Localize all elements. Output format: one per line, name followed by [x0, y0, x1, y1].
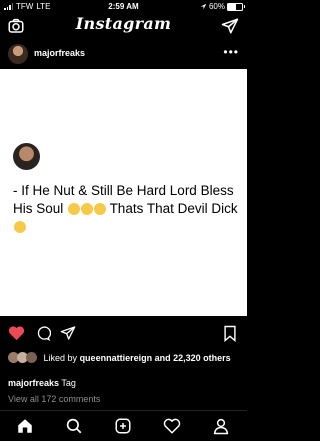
post-header: majorfreaks ••• — [0, 42, 247, 66]
liked-by-prefix: Liked by — [43, 353, 78, 363]
bottom-tab-bar — [0, 410, 247, 441]
app-title: Instagram — [75, 14, 172, 33]
status-right: 60% — [200, 2, 245, 11]
app-header: Instagram — [0, 14, 247, 40]
battery-icon — [227, 2, 245, 11]
share-icon[interactable] — [60, 325, 76, 341]
liker-avatar — [26, 352, 37, 363]
sweat-face-emoji — [14, 221, 26, 233]
liked-by-user[interactable]: queennattiereign — [80, 353, 153, 363]
post-text-tail: Thats That Devil Dick — [109, 201, 238, 216]
post-image[interactable]: - If He Nut & Still Be Hard Lord Bless H… — [0, 69, 247, 316]
weary-face-emoji — [68, 203, 81, 215]
weary-face-emoji — [81, 203, 94, 215]
avatar[interactable] — [8, 44, 28, 64]
caption-text: Tag — [61, 378, 76, 388]
location-icon — [200, 3, 207, 10]
liked-by-rest[interactable]: and 22,320 others — [155, 353, 231, 363]
view-comments-link[interactable]: View all 172 comments — [8, 394, 100, 404]
comment-icon[interactable] — [35, 325, 51, 341]
save-bookmark-icon[interactable] — [223, 325, 237, 342]
post-text: - If He Nut & Still Be Hard Lord Bless H… — [13, 182, 241, 236]
more-options-icon[interactable]: ••• — [223, 45, 239, 59]
battery-percent: 60% — [208, 2, 225, 11]
caption-username[interactable]: majorfreaks — [8, 378, 59, 388]
search-icon[interactable] — [65, 417, 83, 435]
new-post-icon[interactable] — [114, 417, 132, 435]
direct-message-icon[interactable] — [221, 17, 239, 35]
activity-heart-icon[interactable] — [163, 417, 181, 435]
liker-avatars — [8, 352, 38, 363]
profile-icon[interactable] — [212, 417, 230, 435]
like-heart-icon[interactable] — [8, 325, 25, 341]
crying-face-emoji — [94, 203, 107, 215]
likes-summary: Liked by queennattiereign and 22,320 oth… — [8, 352, 243, 363]
post-caption: majorfreaks Tag — [8, 378, 76, 388]
home-icon[interactable] — [16, 417, 34, 435]
status-bar: TFW LTE 2:59 AM 60% — [0, 0, 247, 13]
post-username[interactable]: majorfreaks — [34, 48, 85, 58]
quoted-avatar — [13, 143, 40, 170]
post-actions — [0, 322, 247, 344]
